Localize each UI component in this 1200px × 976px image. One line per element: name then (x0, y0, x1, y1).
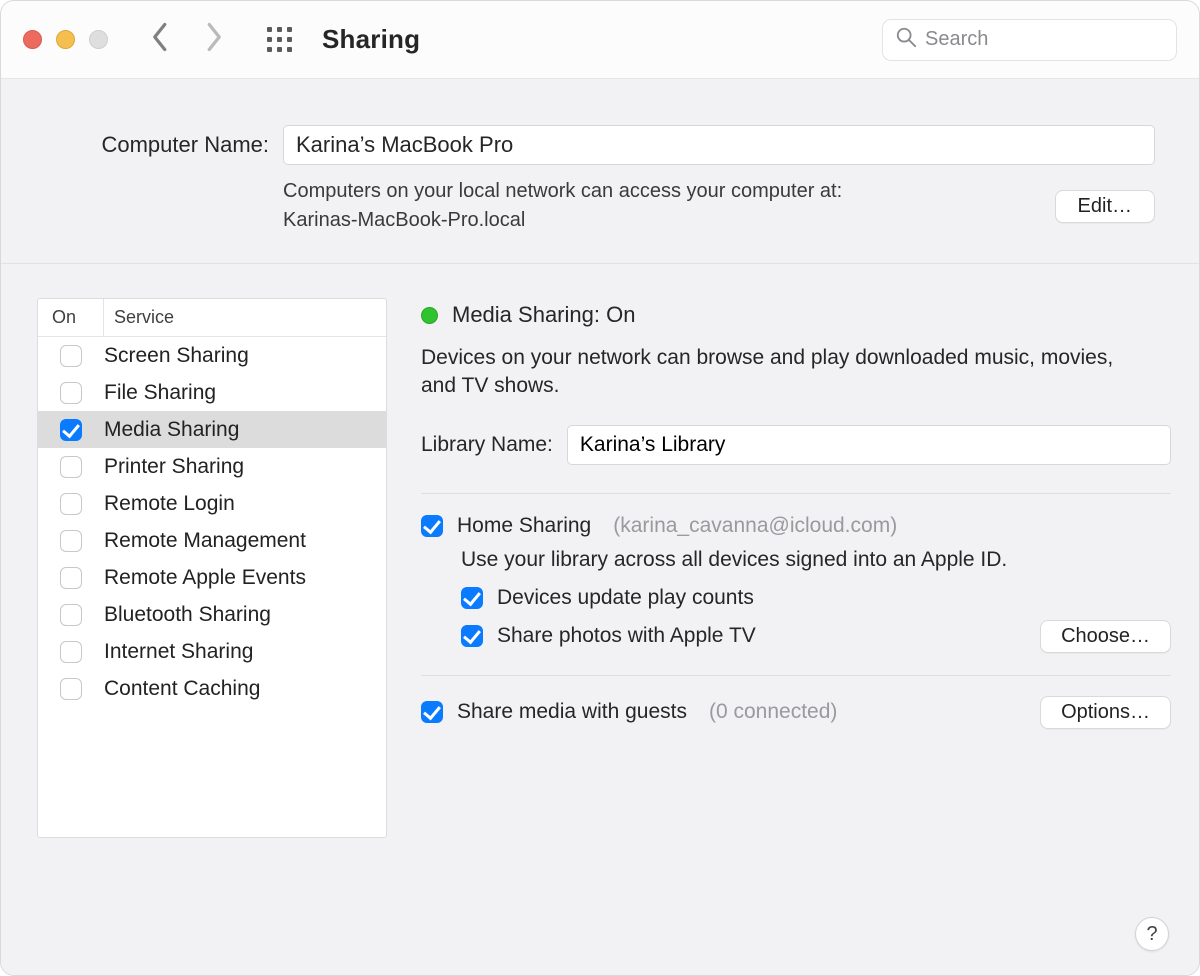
show-all-icon[interactable] (266, 26, 294, 54)
status-title: Media Sharing: On (452, 302, 635, 328)
status-description: Devices on your network can browse and p… (421, 344, 1141, 401)
share-guests-label: Share media with guests (457, 700, 687, 724)
service-checkbox[interactable] (60, 382, 82, 404)
service-checkbox[interactable] (60, 345, 82, 367)
service-checkbox[interactable] (60, 604, 82, 626)
service-list: On Service Screen Sharing File Sharing Med… (37, 298, 387, 838)
service-row[interactable]: Internet Sharing (38, 633, 386, 670)
service-row[interactable]: Bluetooth Sharing (38, 596, 386, 633)
divider (421, 675, 1171, 676)
computer-name-subtext: Computers on your local network can acce… (283, 177, 842, 235)
back-button[interactable] (150, 22, 172, 58)
service-row[interactable]: Screen Sharing (38, 337, 386, 374)
pane-title: Sharing (322, 24, 420, 55)
status-indicator-icon (421, 307, 438, 324)
help-button[interactable]: ? (1135, 917, 1169, 951)
service-label: Bluetooth Sharing (104, 603, 271, 627)
choose-photos-button[interactable]: Choose… (1040, 620, 1171, 653)
service-checkbox[interactable] (60, 567, 82, 589)
service-header-service[interactable]: Service (104, 307, 174, 328)
computer-name-input[interactable] (283, 125, 1155, 165)
guest-options-button[interactable]: Options… (1040, 696, 1171, 729)
detail-pane: Media Sharing: On Devices on your networ… (421, 298, 1171, 947)
library-name-label: Library Name: (421, 433, 553, 457)
computer-name-subtext-line2: Karinas-MacBook-Pro.local (283, 209, 525, 231)
service-label: Screen Sharing (104, 344, 249, 368)
toolbar: Sharing (1, 1, 1199, 79)
share-guests-count: (0 connected) (709, 700, 837, 724)
play-counts-checkbox[interactable] (461, 587, 483, 609)
home-sharing-checkbox[interactable] (421, 515, 443, 537)
service-checkbox[interactable] (60, 641, 82, 663)
service-header-on[interactable]: On (38, 299, 104, 336)
service-label: Remote Apple Events (104, 566, 306, 590)
preferences-window: Sharing Computer Name: Computers on your… (0, 0, 1200, 976)
main-area: On Service Screen Sharing File Sharing Med… (1, 264, 1199, 975)
close-window-button[interactable] (23, 30, 42, 49)
home-sharing-description: Use your library across all devices sign… (461, 548, 1171, 572)
computer-name-subtext-line1: Computers on your local network can acce… (283, 180, 842, 202)
library-name-input[interactable] (567, 425, 1171, 465)
service-checkbox[interactable] (60, 493, 82, 515)
computer-name-section: Computer Name: Computers on your local n… (1, 79, 1199, 264)
zoom-window-button[interactable] (89, 30, 108, 49)
minimize-window-button[interactable] (56, 30, 75, 49)
edit-hostname-button[interactable]: Edit… (1055, 190, 1155, 223)
search-input[interactable] (925, 28, 1164, 51)
search-icon (895, 26, 925, 54)
share-guests-checkbox[interactable] (421, 701, 443, 723)
home-sharing-label: Home Sharing (457, 514, 591, 538)
share-photos-checkbox[interactable] (461, 625, 483, 647)
share-photos-label: Share photos with Apple TV (497, 624, 756, 648)
service-checkbox[interactable] (60, 419, 82, 441)
service-row[interactable]: Printer Sharing (38, 448, 386, 485)
service-label: Content Caching (104, 677, 260, 701)
nav-arrows (150, 22, 224, 58)
forward-button[interactable] (202, 22, 224, 58)
service-list-header: On Service (38, 299, 386, 337)
service-label: Media Sharing (104, 418, 239, 442)
service-label: Printer Sharing (104, 455, 244, 479)
computer-name-label: Computer Name: (45, 132, 283, 158)
service-label: Internet Sharing (104, 640, 253, 664)
home-sharing-account: (karina_cavanna@icloud.com) (613, 514, 897, 538)
service-label: Remote Login (104, 492, 235, 516)
service-row[interactable]: Remote Management (38, 522, 386, 559)
service-checkbox[interactable] (60, 678, 82, 700)
service-checkbox[interactable] (60, 530, 82, 552)
service-label: Remote Management (104, 529, 306, 553)
window-controls (23, 30, 108, 49)
service-row[interactable]: Media Sharing (38, 411, 386, 448)
service-checkbox[interactable] (60, 456, 82, 478)
play-counts-label: Devices update play counts (497, 586, 754, 610)
service-row[interactable]: Content Caching (38, 670, 386, 707)
service-label: File Sharing (104, 381, 216, 405)
divider (421, 493, 1171, 494)
service-row[interactable]: Remote Apple Events (38, 559, 386, 596)
service-row[interactable]: Remote Login (38, 485, 386, 522)
service-row[interactable]: File Sharing (38, 374, 386, 411)
search-field-container[interactable] (882, 19, 1177, 61)
